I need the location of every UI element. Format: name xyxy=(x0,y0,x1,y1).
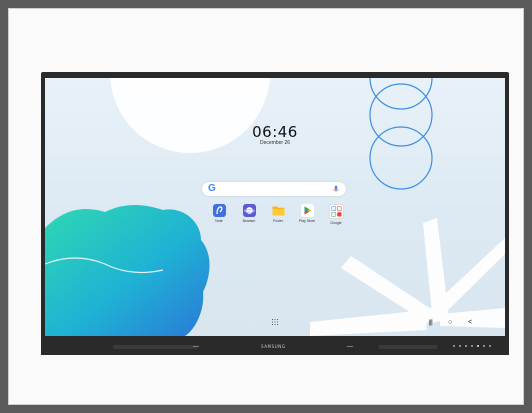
google-g-icon: G xyxy=(208,183,216,194)
monitor-bottom-bezel: SAMSUNG xyxy=(41,336,509,355)
app-label: Note xyxy=(215,219,223,223)
port-icon xyxy=(453,345,455,347)
clock-widget: 06:46 December 26 xyxy=(245,124,305,147)
power-button-icon[interactable] xyxy=(477,345,479,347)
back-icon[interactable]: < xyxy=(468,318,472,328)
play-store-icon xyxy=(300,204,314,217)
port-icon xyxy=(465,345,467,347)
microphone-icon[interactable] xyxy=(332,185,340,193)
app-label: Finder xyxy=(273,219,283,223)
app-play-store[interactable]: Play Store xyxy=(296,204,318,225)
google-folder-icon xyxy=(328,204,344,219)
clock-date: December 26 xyxy=(259,140,290,146)
wallpaper-wave-blob xyxy=(45,205,210,336)
display-monitor: 06:46 December 26 G Note Browser Finder … xyxy=(41,72,509,355)
app-row: Note Browser Finder Play Store Google xyxy=(208,204,348,230)
speaker-grille-right xyxy=(379,345,437,349)
recent-apps-icon[interactable]: ||| xyxy=(429,318,433,328)
note-pen-icon xyxy=(212,204,226,217)
navigation-bar: ||| ○ < xyxy=(425,318,475,328)
app-label: Google xyxy=(330,221,342,225)
port-icon xyxy=(459,345,461,347)
folder-icon xyxy=(272,204,285,217)
home-icon[interactable]: ○ xyxy=(448,318,452,328)
port-icon xyxy=(489,345,491,347)
app-note[interactable]: Note xyxy=(208,204,230,225)
bezel-marker xyxy=(347,346,353,347)
app-google[interactable]: Google xyxy=(325,204,347,227)
app-label: Play Store xyxy=(298,219,316,223)
home-screen: 06:46 December 26 G Note Browser Finder … xyxy=(45,78,505,336)
port-icon xyxy=(483,345,485,347)
google-search-bar[interactable]: G xyxy=(202,182,346,196)
app-drawer-icon[interactable] xyxy=(271,318,279,326)
speaker-grille-left xyxy=(113,345,197,349)
app-label: Browser xyxy=(242,219,256,223)
browser-planet-icon xyxy=(242,204,256,217)
port-icon xyxy=(471,345,473,347)
brand-logo: SAMSUNG xyxy=(261,344,286,349)
app-finder[interactable]: Finder xyxy=(267,204,289,225)
bezel-marker xyxy=(193,346,199,347)
app-browser[interactable]: Browser xyxy=(238,204,260,225)
wallpaper-ring xyxy=(369,126,433,190)
clock-time: 06:46 xyxy=(252,123,298,141)
wallpaper-white-burst xyxy=(310,218,505,336)
